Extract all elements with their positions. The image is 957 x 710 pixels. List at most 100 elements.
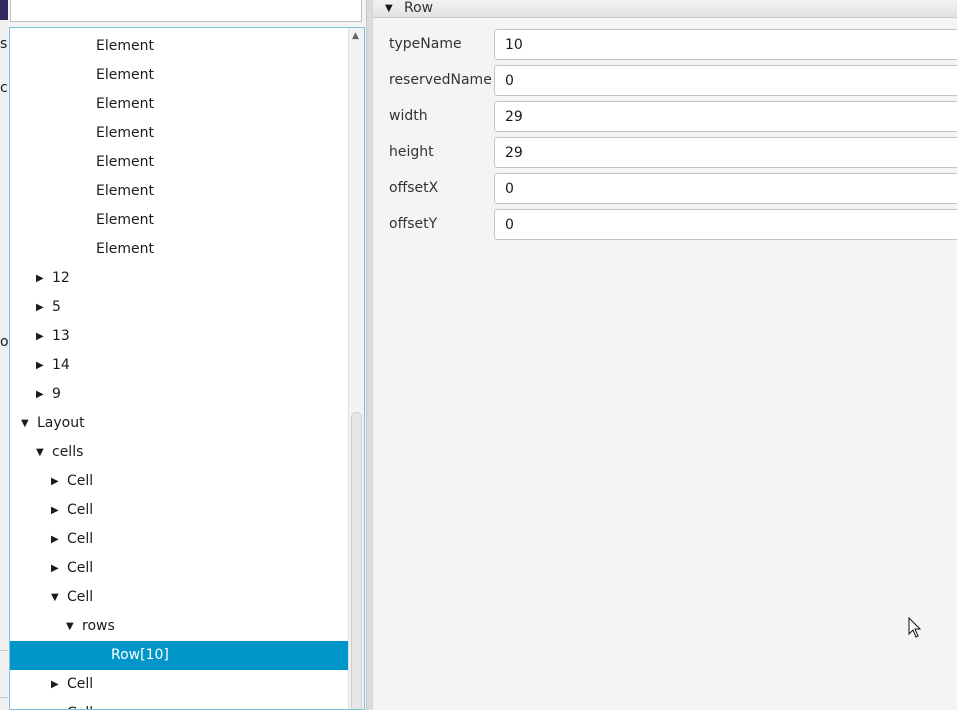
tree-row-label: Row[10]: [111, 647, 169, 663]
triangle-down-icon[interactable]: ▼: [21, 409, 33, 438]
tree-row-label: Layout: [37, 415, 85, 431]
tree-row-label: cells: [52, 444, 84, 460]
triangle-right-icon[interactable]: ▶: [36, 322, 48, 351]
triangle-right-icon[interactable]: ▶: [36, 380, 48, 409]
triangle-right-icon[interactable]: ▶: [36, 264, 48, 293]
tree-row[interactable]: ▶ 12: [10, 264, 348, 293]
tree-row-label: Element: [96, 154, 154, 170]
tree-row-label: Cell: [67, 699, 93, 709]
triangle-down-icon[interactable]: ▼: [51, 583, 63, 612]
tree-view[interactable]: Element Element Element Element Element Eleme…: [9, 27, 365, 710]
tree-row-label: Element: [96, 241, 154, 257]
tree-row[interactable]: ▼ rows: [10, 612, 348, 641]
scrollbar-thumb[interactable]: [351, 412, 362, 709]
tree-row[interactable]: ▶ 14: [10, 351, 348, 380]
tree-row[interactable]: ▶ Cell: [10, 699, 348, 709]
triangle-right-icon[interactable]: ▶: [51, 496, 63, 525]
property-row: offsetX: [373, 173, 957, 209]
tree-row[interactable]: ▶Cell: [10, 467, 348, 496]
tree-row-label: Cell: [67, 560, 94, 576]
tree-row-label: Cell: [67, 502, 94, 518]
background-titlebar: [0, 0, 8, 20]
tree-row[interactable]: ▼ cells: [10, 438, 348, 467]
tree-row[interactable]: Element: [10, 148, 348, 177]
property-row: offsetY: [373, 209, 957, 245]
tree-row[interactable]: ▼ Layout: [10, 409, 348, 438]
section-title: Row: [404, 0, 434, 16]
property-row: reservedName: [373, 65, 957, 101]
tree-row[interactable]: ▼ Cell: [10, 583, 348, 612]
tree-list: Element Element Element Element Element Eleme…: [10, 32, 348, 709]
tree-row[interactable]: ▶ 13: [10, 322, 348, 351]
tree-row[interactable]: ▶ 5: [10, 293, 348, 322]
mouse-pointer-icon: [908, 617, 922, 638]
triangle-right-icon[interactable]: ▶: [51, 699, 63, 709]
tree-row-label: Element: [96, 212, 154, 228]
tree-row-label: Cell: [67, 531, 94, 547]
tree-row-label: Cell: [67, 676, 94, 692]
split-pane-divider[interactable]: [366, 0, 373, 710]
property-label: reservedName: [389, 72, 492, 88]
property-row: typeName: [373, 29, 957, 65]
triangle-right-icon[interactable]: ▶: [36, 293, 48, 322]
tree-row-selected[interactable]: Row[10]: [10, 641, 348, 670]
triangle-right-icon[interactable]: ▶: [51, 525, 63, 554]
property-value-input[interactable]: [494, 173, 957, 204]
properties-panel: ▼ Row typeName reservedName width height off…: [373, 0, 957, 710]
triangle-down-icon[interactable]: ▼: [385, 0, 393, 17]
divider: [0, 650, 8, 651]
tree-row-label: 13: [52, 328, 70, 344]
tree-row-label: Element: [96, 96, 154, 112]
tree-row[interactable]: ▶Cell: [10, 525, 348, 554]
divider: [0, 697, 8, 698]
clipped-text: o: [0, 334, 8, 350]
property-row: height: [373, 137, 957, 173]
tree-row-label: Element: [96, 67, 154, 83]
tree-row[interactable]: Element: [10, 90, 348, 119]
triangle-down-icon[interactable]: ▼: [66, 612, 78, 641]
tree-row-label: Cell: [67, 473, 94, 489]
tree-row[interactable]: Element: [10, 177, 348, 206]
triangle-right-icon[interactable]: ▶: [51, 554, 63, 583]
tree-filter-input[interactable]: [10, 0, 362, 22]
tree-row[interactable]: Element: [10, 206, 348, 235]
tree-row-label: Element: [96, 183, 154, 199]
property-label: offsetY: [389, 216, 438, 232]
tree-row[interactable]: Element: [10, 119, 348, 148]
tree-row-label: 5: [52, 299, 61, 315]
tree-row-label: Cell: [67, 589, 94, 605]
section-header-row[interactable]: ▼ Row: [373, 0, 957, 18]
tree-vertical-scrollbar[interactable]: ▲: [348, 28, 364, 709]
tree-row-label: 9: [52, 386, 61, 402]
property-label: offsetX: [389, 180, 439, 196]
property-value-input[interactable]: [494, 209, 957, 240]
property-value-input[interactable]: [494, 137, 957, 168]
tree-row-label: Element: [96, 38, 154, 54]
tree-row-label: 14: [52, 357, 70, 373]
clipped-text: c: [0, 80, 8, 96]
property-label: typeName: [389, 36, 462, 52]
triangle-right-icon[interactable]: ▶: [51, 467, 63, 496]
tree-row[interactable]: Element: [10, 32, 348, 61]
tree-row[interactable]: ▶ 9: [10, 380, 348, 409]
tree-row[interactable]: Element: [10, 61, 348, 90]
chevron-up-icon[interactable]: ▲: [352, 31, 359, 41]
property-label: width: [389, 108, 428, 124]
property-row: width: [373, 101, 957, 137]
triangle-down-icon[interactable]: ▼: [36, 438, 48, 467]
triangle-right-icon[interactable]: ▶: [36, 351, 48, 380]
tree-row[interactable]: ▶Cell: [10, 496, 348, 525]
background-window-strip: s c o: [0, 0, 8, 710]
tree-row[interactable]: Element: [10, 235, 348, 264]
triangle-right-icon[interactable]: ▶: [51, 670, 63, 699]
clipped-text: s: [0, 36, 8, 52]
tree-row-label: rows: [82, 618, 115, 634]
tree-row[interactable]: ▶Cell: [10, 554, 348, 583]
property-value-input[interactable]: [494, 65, 957, 96]
tree-row-label: Element: [96, 125, 154, 141]
tree-row[interactable]: ▶Cell: [10, 670, 348, 699]
property-label: height: [389, 144, 434, 160]
tree-row-label: 12: [52, 270, 70, 286]
property-value-input[interactable]: [494, 29, 957, 60]
property-value-input[interactable]: [494, 101, 957, 132]
